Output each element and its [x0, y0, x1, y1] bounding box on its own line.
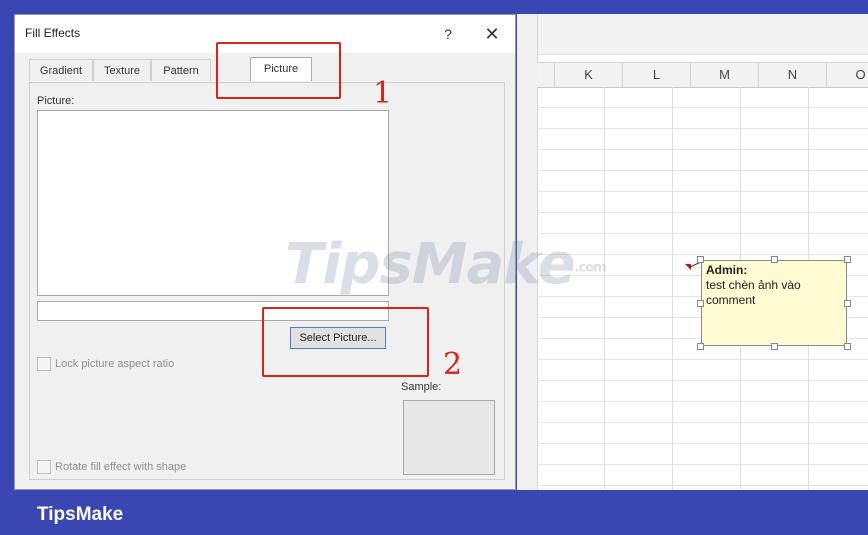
brand-footer	[0, 490, 868, 535]
column-header-row: K L M N O	[537, 62, 868, 88]
resize-handle-icon[interactable]	[844, 343, 851, 350]
lock-aspect-checkbox[interactable]	[37, 357, 51, 371]
resize-handle-icon[interactable]	[697, 256, 704, 263]
sample-preview	[403, 400, 495, 475]
comment-text: test chèn ảnh vào comment	[706, 278, 801, 307]
highlight-picture-tab	[216, 42, 341, 99]
rotate-fill-label: Rotate fill effect with shape	[55, 461, 187, 473]
comment-author: Admin:	[706, 263, 748, 277]
tab-pattern[interactable]: Pattern	[151, 59, 211, 81]
lock-aspect-label: Lock picture aspect ratio	[55, 358, 175, 370]
column-header-m[interactable]: M	[691, 63, 759, 87]
brand-name: TipsMake	[37, 504, 124, 525]
step-number-1: 1	[373, 76, 393, 111]
close-button[interactable]: ✕	[479, 21, 505, 47]
resize-handle-icon[interactable]	[697, 343, 704, 350]
column-header-o[interactable]: O	[827, 63, 868, 87]
rotate-fill-checkbox[interactable]	[37, 460, 51, 474]
column-header-k[interactable]: K	[555, 63, 623, 87]
help-button[interactable]: ?	[435, 21, 461, 47]
resize-handle-icon[interactable]	[697, 300, 704, 307]
step-number-2: 2	[443, 347, 463, 382]
ribbon-strip	[517, 14, 868, 55]
highlight-select-picture	[262, 307, 429, 377]
column-header-l[interactable]: L	[623, 63, 691, 87]
dialog-title: Fill Effects	[25, 26, 81, 40]
cell-comment-box[interactable]: Admin: test chèn ảnh vào comment	[701, 260, 847, 346]
tab-texture[interactable]: Texture	[93, 59, 151, 81]
tab-gradient[interactable]: Gradient	[29, 59, 93, 81]
watermark-suffix: .com	[574, 260, 607, 276]
column-header-n[interactable]: N	[759, 63, 827, 87]
resize-handle-icon[interactable]	[844, 256, 851, 263]
resize-handle-icon[interactable]	[844, 300, 851, 307]
watermark-text: TipsMake	[285, 232, 576, 297]
picture-label: Picture:	[37, 95, 75, 107]
resize-handle-icon[interactable]	[771, 343, 778, 350]
sample-label: Sample:	[401, 381, 442, 393]
watermark-logo: TipsMake.com	[285, 232, 607, 297]
resize-handle-icon[interactable]	[771, 256, 778, 263]
